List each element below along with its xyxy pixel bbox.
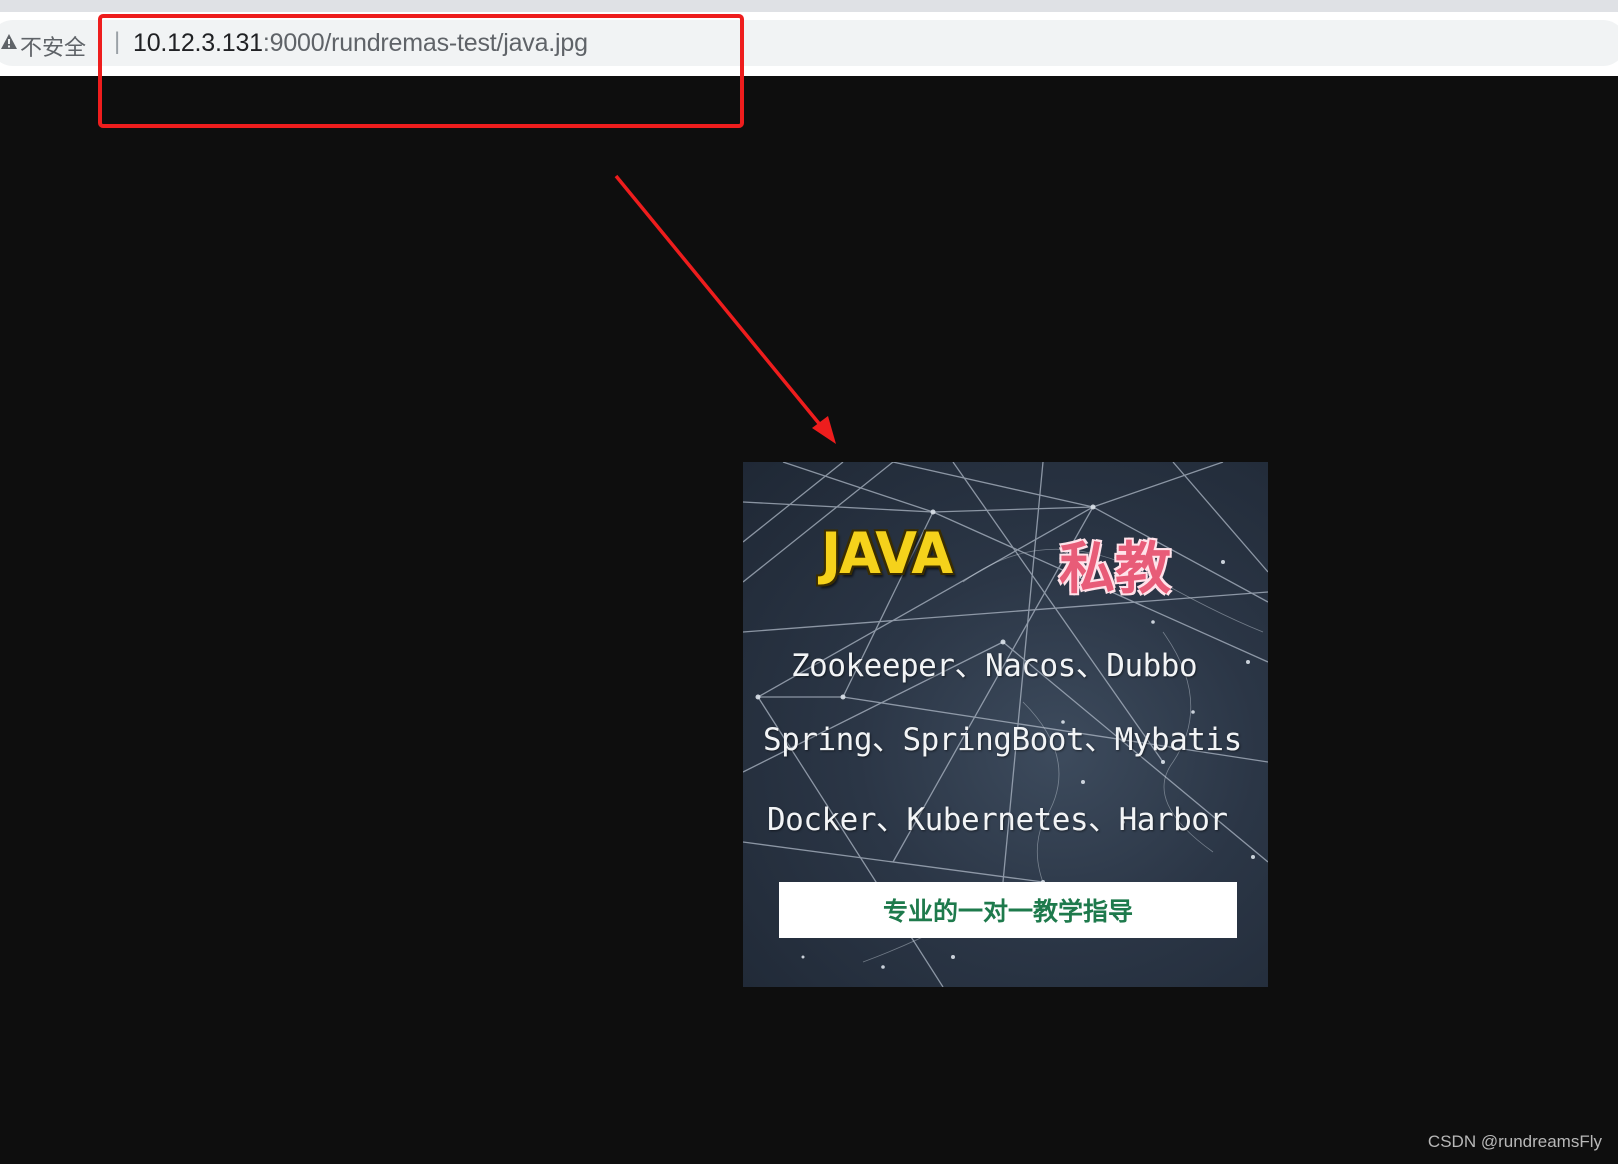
annotation-highlight-box xyxy=(98,14,744,128)
poster-line-3: Docker、Kubernetes、Harbor xyxy=(767,802,1228,838)
csdn-watermark: CSDN @rundreamsFly xyxy=(1427,1132,1602,1151)
tab-strip xyxy=(0,0,1618,12)
poster-banner: 专业的一对一教学指导 xyxy=(779,882,1237,938)
warning-triangle-icon[interactable] xyxy=(0,33,18,51)
poster-title: JAVA xyxy=(821,520,953,587)
security-status-label[interactable]: 不安全 xyxy=(20,30,86,62)
poster-banner-text: 专业的一对一教学指导 xyxy=(882,897,1133,926)
poster-line-2: Spring、SpringBoot、Mybatis xyxy=(763,722,1242,758)
poster-line-1: Zookeeper、Nacos、Dubbo xyxy=(791,648,1198,684)
java-poster-image: JAVA 私教 Zookeeper、Nacos、Dubbo Spring、Spr… xyxy=(743,462,1268,987)
poster-subtitle: 私教 xyxy=(1059,537,1171,602)
